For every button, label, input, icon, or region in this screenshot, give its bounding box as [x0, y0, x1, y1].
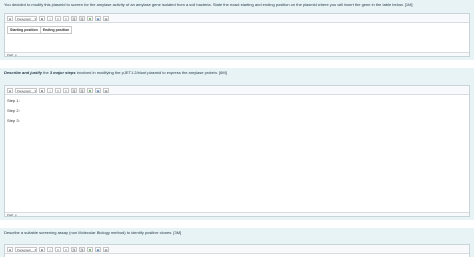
- editor-path-status: Path: p: [5, 52, 469, 57]
- italic-button[interactable]: I: [47, 246, 53, 252]
- question-2-editor[interactable]: ⊞ Paragraph ▾ B I ≡ ≡ ⛓ ⛓ ✱ ▣ ▤ Step 1: S…: [4, 85, 470, 217]
- question-3-text: Describe a suitable screening assay (non…: [4, 230, 182, 235]
- paragraph-format-select[interactable]: Paragraph ▾: [15, 87, 37, 93]
- editor-path-status: Path: p: [5, 212, 469, 217]
- image-button[interactable]: ▣: [95, 15, 101, 21]
- unlink-button[interactable]: ⛓: [79, 15, 85, 21]
- question-1-text: You decided to modify this plasmid to sc…: [4, 2, 413, 7]
- table-header-end[interactable]: Ending position: [39, 26, 73, 34]
- toolbar-toggle-icon[interactable]: ⊞: [7, 246, 13, 252]
- step-1-line: Step 1:: [7, 98, 20, 103]
- special-character-button[interactable]: ✱: [87, 246, 93, 252]
- special-character-button[interactable]: ✱: [87, 15, 93, 21]
- numbered-list-button[interactable]: ≡: [63, 87, 69, 93]
- bullet-list-button[interactable]: ≡: [55, 246, 61, 252]
- question-2-text: Describe and justify the 3 major steps i…: [4, 70, 227, 75]
- paragraph-format-select[interactable]: Paragraph ▾: [15, 246, 37, 252]
- chevron-down-icon: ▾: [34, 88, 36, 93]
- media-button[interactable]: ▤: [103, 87, 109, 93]
- unlink-button[interactable]: ⛓: [79, 87, 85, 93]
- numbered-list-button[interactable]: ≡: [63, 15, 69, 21]
- image-button[interactable]: ▣: [95, 246, 101, 252]
- link-button[interactable]: ⛓: [71, 15, 77, 21]
- bullet-list-button[interactable]: ≡: [55, 87, 61, 93]
- link-button[interactable]: ⛓: [71, 87, 77, 93]
- position-table: Starting position Ending position: [7, 26, 73, 34]
- bold-button[interactable]: B: [39, 15, 45, 21]
- italic-button[interactable]: I: [47, 15, 53, 21]
- chevron-down-icon: ▾: [34, 247, 36, 252]
- numbered-list-button[interactable]: ≡: [63, 246, 69, 252]
- bold-button[interactable]: B: [39, 246, 45, 252]
- italic-button[interactable]: I: [47, 87, 53, 93]
- unlink-button[interactable]: ⛓: [79, 246, 85, 252]
- link-button[interactable]: ⛓: [71, 246, 77, 252]
- bullet-list-button[interactable]: ≡: [55, 15, 61, 21]
- editor-toolbar: ⊞ Paragraph ▾ B I ≡ ≡ ⛓ ⛓ ✱ ▣ ▤: [5, 86, 469, 95]
- toolbar-toggle-icon[interactable]: ⊞: [7, 87, 13, 93]
- paragraph-format-select[interactable]: Paragraph ▾: [15, 15, 37, 21]
- editor-toolbar: ⊞ Paragraph ▾ B I ≡ ≡ ⛓ ⛓ ✱ ▣ ▤: [5, 14, 469, 23]
- step-3-line: Step 3:: [7, 118, 20, 123]
- editor-body[interactable]: Step 1: Step 2: Step 3:: [5, 95, 469, 127]
- step-2-line: Step 2:: [7, 108, 20, 113]
- question-1-editor[interactable]: ⊞ Paragraph ▾ B I ≡ ≡ ⛓ ⛓ ✱ ▣ ▤ Starting …: [4, 13, 470, 57]
- editor-toolbar: ⊞ Paragraph ▾ B I ≡ ≡ ⛓ ⛓ ✱ ▣ ▤: [5, 245, 469, 254]
- question-3-editor[interactable]: ⊞ Paragraph ▾ B I ≡ ≡ ⛓ ⛓ ✱ ▣ ▤: [4, 244, 470, 257]
- media-button[interactable]: ▤: [103, 246, 109, 252]
- media-button[interactable]: ▤: [103, 15, 109, 21]
- image-button[interactable]: ▣: [95, 87, 101, 93]
- table-header-start[interactable]: Starting position: [7, 26, 41, 34]
- bold-button[interactable]: B: [39, 87, 45, 93]
- toolbar-toggle-icon[interactable]: ⊞: [7, 15, 13, 21]
- chevron-down-icon: ▾: [34, 16, 36, 21]
- special-character-button[interactable]: ✱: [87, 87, 93, 93]
